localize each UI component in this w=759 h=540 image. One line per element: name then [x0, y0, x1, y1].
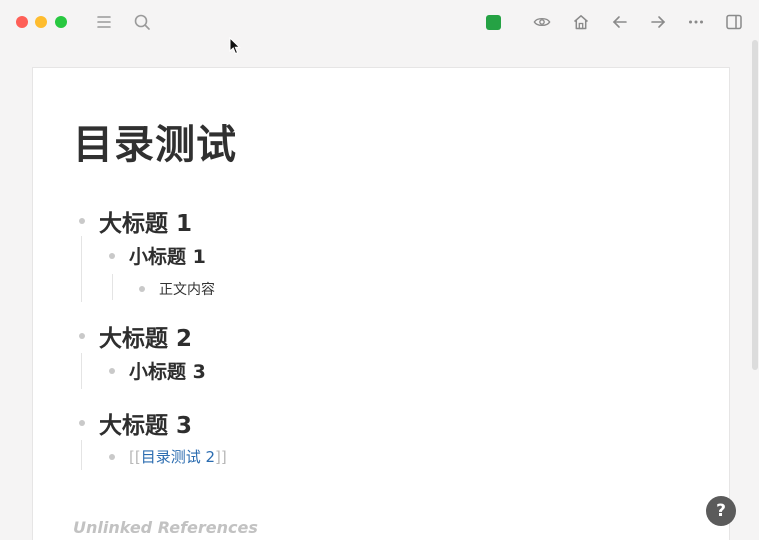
reference-bracket-close: ]]: [215, 448, 227, 466]
close-window-button[interactable]: [16, 16, 28, 28]
sync-status-icon[interactable]: [486, 15, 501, 30]
block-bullet[interactable]: [109, 453, 115, 460]
home-icon[interactable]: [571, 12, 591, 32]
right-sidebar-icon[interactable]: [724, 12, 744, 32]
page-title[interactable]: 目录测试: [73, 112, 237, 170]
help-button[interactable]: ?: [706, 496, 736, 526]
block-heading-2[interactable]: 小标题 3: [109, 357, 206, 384]
search-icon[interactable]: [132, 12, 152, 32]
mouse-cursor-icon: [229, 37, 241, 55]
block-bullet[interactable]: [79, 333, 85, 339]
reference-bracket-open: [[: [129, 448, 141, 466]
block-bullet[interactable]: [79, 218, 85, 224]
scrollbar[interactable]: [752, 40, 758, 370]
page-content: 目录测试 大标题 1 小标题 1 正文内容 大标题 2 小标题 3 大标题 3 …: [32, 67, 730, 540]
maximize-window-button[interactable]: [55, 16, 67, 28]
block-heading-2[interactable]: 小标题 1: [109, 242, 206, 269]
indent-guide: [81, 440, 82, 470]
block-heading-1[interactable]: 大标题 1: [79, 204, 192, 238]
indent-guide: [112, 274, 113, 300]
block-bullet[interactable]: [139, 286, 145, 292]
block-heading-1[interactable]: 大标题 2: [79, 319, 192, 353]
block-heading-1[interactable]: 大标题 3: [79, 406, 192, 440]
block-heading-text[interactable]: 大标题 2: [99, 319, 192, 353]
app-window: 目录测试 大标题 1 小标题 1 正文内容 大标题 2 小标题 3 大标题 3 …: [0, 0, 759, 540]
arrow-left-icon[interactable]: [610, 12, 630, 32]
more-icon[interactable]: [686, 12, 706, 32]
block-text[interactable]: 正文内容: [159, 279, 215, 299]
page-reference-link[interactable]: 目录测试 2: [141, 448, 215, 466]
block-heading-text[interactable]: 大标题 3: [99, 406, 192, 440]
block-bullet[interactable]: [109, 367, 115, 374]
block-heading-text[interactable]: 大标题 1: [99, 204, 192, 238]
block-bullet[interactable]: [109, 252, 115, 259]
indent-guide: [81, 353, 82, 389]
unlinked-references-toggle[interactable]: Unlinked References: [73, 518, 258, 537]
block-page-reference[interactable]: [[目录测试 2]]: [109, 446, 227, 467]
menu-icon[interactable]: [94, 12, 114, 32]
minimize-window-button[interactable]: [35, 16, 47, 28]
title-bar: [0, 0, 759, 46]
block-heading-text[interactable]: 小标题 1: [129, 242, 206, 269]
arrow-right-icon[interactable]: [648, 12, 668, 32]
indent-guide: [81, 236, 82, 302]
block-body-text[interactable]: 正文内容: [139, 279, 215, 299]
block-bullet[interactable]: [79, 420, 85, 426]
block-heading-text[interactable]: 小标题 3: [129, 357, 206, 384]
eye-icon[interactable]: [532, 12, 552, 32]
